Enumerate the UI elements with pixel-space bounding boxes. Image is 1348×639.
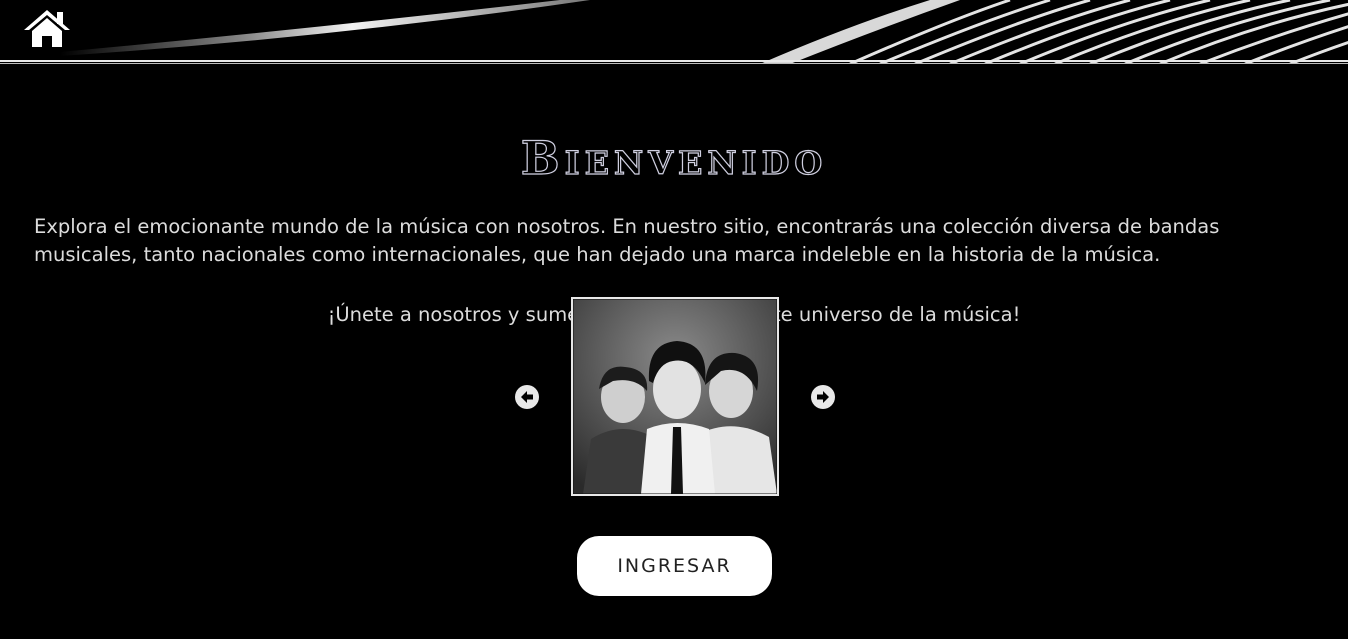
arrow-right-circle-icon <box>817 391 829 403</box>
home-icon <box>24 10 70 47</box>
intro-paragraph: Explora el emocionante mundo de la músic… <box>34 215 1220 266</box>
home-button[interactable] <box>22 6 72 50</box>
arrow-left-circle-icon <box>521 391 533 403</box>
header-divider <box>0 60 1348 64</box>
carousel-next-button[interactable] <box>811 385 835 409</box>
carousel-prev-button[interactable] <box>515 385 539 409</box>
band-carousel <box>0 297 1348 497</box>
enter-button[interactable]: INGRESAR <box>577 536 772 596</box>
header <box>0 0 1348 64</box>
band-photo-image <box>573 299 777 494</box>
carousel-slide <box>571 297 779 496</box>
header-swoosh-decoration <box>60 0 1348 64</box>
page-title: Bienvenido <box>520 130 828 185</box>
